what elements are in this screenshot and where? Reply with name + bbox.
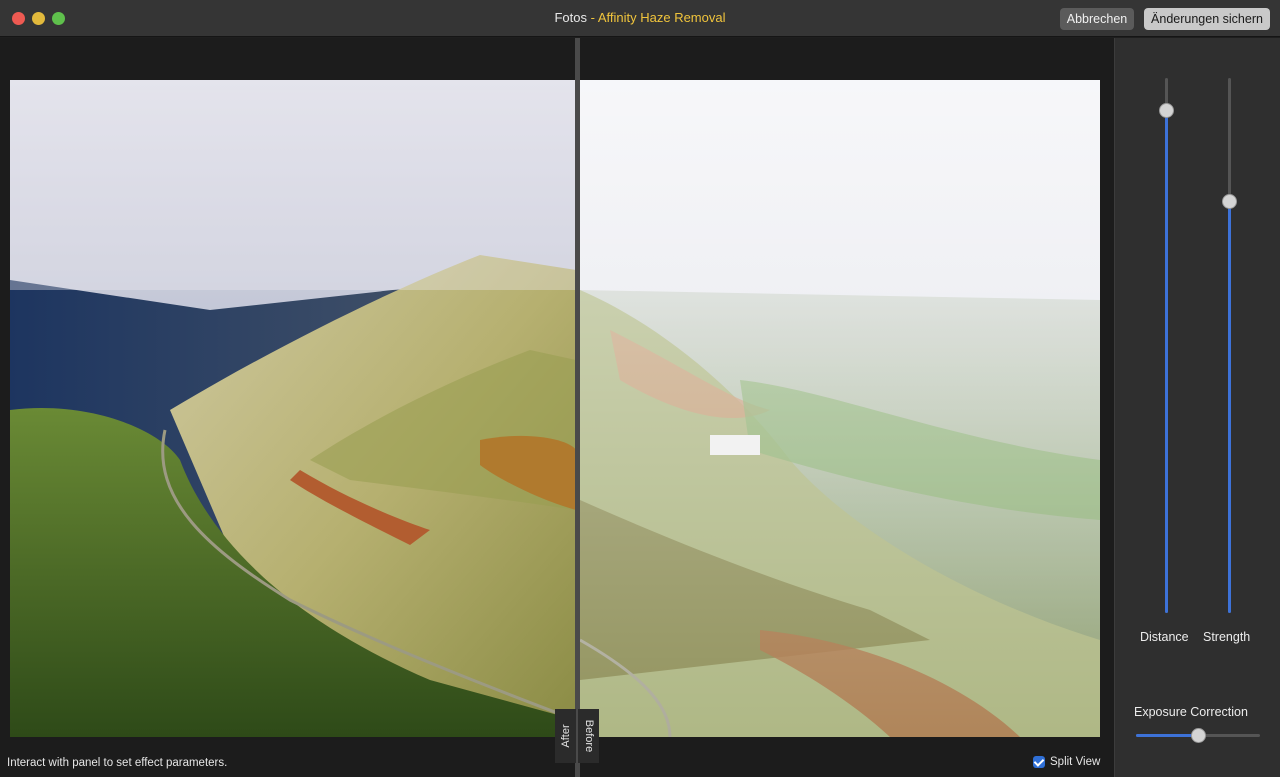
preview-photo[interactable] (10, 80, 1100, 737)
title-bar: Fotos - Affinity Haze Removal Abbrechen … (0, 0, 1280, 37)
distance-slider-knob[interactable] (1159, 103, 1174, 118)
exposure-correction-label: Exposure Correction (1134, 705, 1248, 719)
save-changes-button[interactable]: Änderungen sichern (1144, 8, 1270, 30)
before-tab: Before (578, 709, 599, 763)
after-tab: After (555, 709, 576, 763)
after-label: After (559, 724, 572, 748)
plugin-name: Affinity Haze Removal (597, 10, 726, 25)
distance-label: Distance (1140, 630, 1189, 644)
exposure-slider-knob[interactable] (1191, 728, 1206, 743)
cancel-button[interactable]: Abbrechen (1060, 8, 1134, 30)
app-name: Fotos (554, 10, 587, 25)
strength-label: Strength (1203, 630, 1251, 644)
parameters-panel: Distance Strength Exposure Correction (1114, 38, 1280, 777)
exposure-correction-slider[interactable] (1136, 728, 1260, 743)
strength-slider-fill (1228, 201, 1231, 613)
strength-slider-knob[interactable] (1222, 194, 1237, 209)
preview-canvas: After Before Interact with panel to set … (0, 38, 1114, 777)
split-view-checkbox[interactable] (1033, 756, 1045, 768)
distance-slider[interactable] (1159, 78, 1174, 613)
split-view-label: Split View (1050, 756, 1101, 768)
exposure-slider-fill (1136, 734, 1198, 737)
distance-slider-fill (1165, 110, 1168, 613)
split-divider-handle[interactable] (575, 38, 580, 777)
before-label: Before (582, 719, 595, 753)
split-view-toggle[interactable]: Split View (1033, 756, 1100, 768)
plugin-separator: - (587, 10, 598, 25)
strength-slider[interactable] (1222, 78, 1237, 613)
status-text: Interact with panel to set effect parame… (7, 757, 228, 769)
